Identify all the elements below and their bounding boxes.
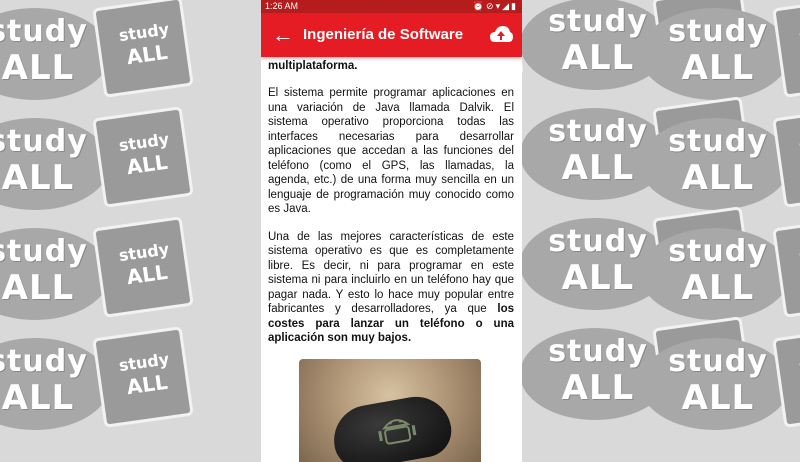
status-bar: 1:26 AM ⏰⊘▾◢▮: [261, 0, 522, 13]
book-word-study: study: [797, 349, 800, 376]
logo-word-all: ALL: [681, 268, 755, 308]
block-icon: ⊘: [486, 1, 496, 11]
logo-word-all: ALL: [681, 48, 755, 88]
logo-book: studyALL: [92, 216, 194, 318]
phone-screen: 1:26 AM ⏰⊘▾◢▮ básico de sistema operativ…: [261, 0, 522, 462]
book-word-study: study: [797, 129, 800, 156]
logo-word-study: study: [0, 124, 88, 159]
android-logo-icon: [378, 418, 417, 445]
book-word-study: study: [797, 239, 800, 266]
paragraph-free-text: Una de las mejores características de es…: [268, 230, 514, 316]
paragraph-free: Una de las mejores características de es…: [268, 230, 514, 346]
logo-word-study: study: [668, 124, 768, 159]
phone-case-image: [328, 390, 456, 462]
logo-word-all: ALL: [1, 158, 75, 198]
book-word-study: study: [797, 19, 800, 46]
signal-icon: ◢: [502, 1, 512, 11]
status-icons: ⏰⊘▾◢▮: [473, 0, 518, 13]
app-bar: ← Ingeniería de Software: [261, 13, 522, 57]
android-phone-photo: [299, 358, 481, 462]
logo-word-study: study: [0, 344, 88, 379]
logo-word-all: ALL: [1, 268, 75, 308]
logo-word-all: ALL: [681, 378, 755, 418]
alarm-icon: ⏰: [472, 1, 487, 11]
study-all-logo-tile: studyALLstudyALL: [0, 106, 200, 230]
logo-word-study: study: [668, 234, 768, 269]
logo-book: studyALL: [92, 106, 194, 208]
back-arrow-icon[interactable]: ←: [269, 21, 297, 49]
logo-word-study: study: [668, 14, 768, 49]
logo-word-study: study: [0, 14, 88, 49]
study-all-logo-tile: studyALLstudyALL: [0, 216, 200, 340]
logo-word-all: ALL: [1, 378, 75, 418]
study-all-logo-tile: studyALLstudyALL: [0, 326, 200, 450]
cloud-upload-icon[interactable]: [488, 22, 514, 48]
logo-book: studyALL: [92, 0, 194, 98]
logo-word-all: ALL: [681, 158, 755, 198]
logo-word-study: study: [0, 234, 88, 269]
study-all-logo-tile: studyALLstudyALL: [640, 326, 800, 450]
logo-word-study: study: [668, 344, 768, 379]
logo-word-all: ALL: [1, 48, 75, 88]
status-time: 1:26 AM: [265, 1, 299, 11]
logo-book: studyALL: [92, 326, 194, 428]
paragraph-dalvik: El sistema permite programar aplicacione…: [268, 87, 514, 215]
study-all-logo-tile: studyALLstudyALL: [0, 0, 200, 120]
page-title: Ingeniería de Software: [303, 26, 464, 43]
battery-icon: ▮: [511, 1, 518, 11]
article-content: básico de sistema operativo libre, gratu…: [261, 44, 522, 462]
